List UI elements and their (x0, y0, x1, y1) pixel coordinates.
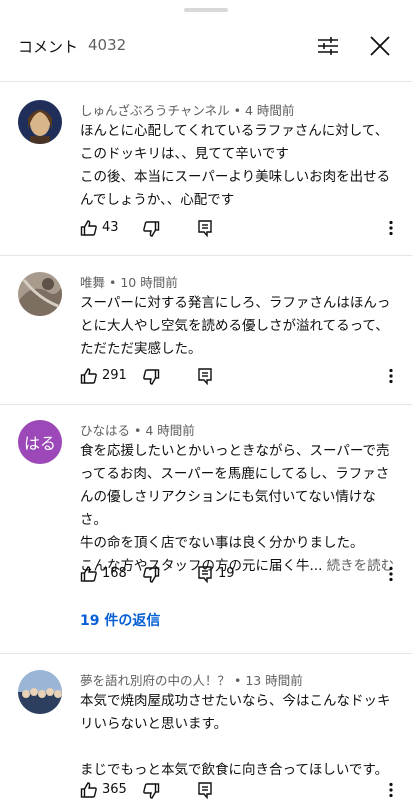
comment-author[interactable]: しゅんざぶろうチャンネル (80, 103, 230, 118)
thumbs-up-icon[interactable] (80, 367, 98, 385)
like-count: 168 (102, 566, 127, 581)
like-count: 43 (102, 220, 119, 235)
comment-line: 本気で焼肉屋成功させたいなら、今はこんなドッキリいらないと思います。 (80, 693, 391, 732)
reply-icon[interactable] (196, 219, 214, 237)
comment-meta: 唯舞 • 10 時間前 (80, 272, 178, 291)
comment-line: まじでもっと本気で飲食に向き合ってほしいです。 (80, 762, 389, 778)
thumbs-down-icon[interactable] (142, 566, 160, 584)
comment-time: 13 時間前 (245, 673, 303, 688)
comment-text: 本気で焼肉屋成功させたいなら、今はこんなドッキリいらないと思います。 まじでもっ… (80, 690, 398, 782)
divider (0, 255, 412, 256)
meta-separator: • (105, 275, 121, 290)
avatar-initials: はる (23, 434, 56, 453)
reply-icon[interactable] (196, 367, 214, 385)
comment-meta: 夢を語れ別府の中の人！？ • 13 時間前 (80, 670, 303, 689)
thumbs-up-icon[interactable] (80, 565, 98, 583)
comment-time: 10 時間前 (120, 275, 178, 290)
comment-actions: 168 19 (80, 565, 410, 589)
more-vert-icon[interactable] (382, 219, 400, 237)
more-vert-icon[interactable] (382, 781, 400, 799)
comments-header: コメント 4032 (0, 0, 412, 82)
filter-icon[interactable] (316, 34, 340, 58)
thumbs-up-icon[interactable] (80, 781, 98, 799)
comment-text: 食を応援したいとかいっときながら、スーパーで売ってるお肉、スーパーを馬鹿にしてる… (80, 440, 398, 578)
thumbs-down-icon[interactable] (142, 368, 160, 386)
comment-line: 牛の命を頂く店でない事は良く分かりました。 (80, 535, 364, 551)
meta-separator: • (229, 103, 245, 118)
avatar[interactable]: はる (18, 420, 62, 464)
thumbs-down-icon[interactable] (142, 220, 160, 238)
view-replies-link[interactable]: 19 件の返信 (80, 610, 160, 630)
divider (0, 653, 412, 654)
thumbs-up-icon[interactable] (80, 219, 98, 237)
more-vert-icon[interactable] (382, 565, 400, 583)
meta-separator: • (130, 423, 146, 438)
comment-author[interactable]: 夢を語れ別府の中の人！？ (80, 673, 230, 688)
comment-author[interactable]: 唯舞 (80, 275, 105, 290)
comment-meta: ひなはる • 4 時間前 (80, 420, 195, 439)
comments-count: 4032 (88, 36, 127, 54)
comment-author[interactable]: ひなはる (80, 423, 130, 438)
reply-count: 19 (218, 566, 235, 581)
reply-icon[interactable] (196, 781, 214, 799)
comment-text: ほんとに心配してくれているラファさんに対して、このドッキリは、、見てて辛いです … (80, 120, 398, 212)
comment-text: スーパーに対する発言にしろ、ラファさんはほんっとに大人やし空気を読める優しさが溢… (80, 292, 398, 361)
reply-icon[interactable] (196, 565, 214, 583)
comment-time: 4 時間前 (244, 103, 295, 118)
like-count: 291 (102, 368, 127, 383)
comment-line: この後、本当にスーパーより美味しいお肉を出せるんでしょうか、、心配です (80, 169, 391, 208)
avatar[interactable] (18, 670, 62, 714)
avatar[interactable] (18, 272, 62, 316)
comment-meta: しゅんざぶろうチャンネル • 4 時間前 (80, 100, 294, 119)
comment-actions: 365 (80, 781, 410, 800)
comment-line: 食を応援したいとかいっときながら、スーパーで売ってるお肉、スーパーを馬鹿にしてる… (80, 443, 390, 528)
comment-blank-line (80, 736, 398, 759)
close-icon[interactable] (368, 34, 392, 58)
divider (0, 404, 412, 405)
comment-time: 4 時間前 (145, 423, 195, 438)
comment-line: ほんとに心配してくれているラファさんに対して、このドッキリは、、見てて辛いです (80, 123, 389, 162)
thumbs-down-icon[interactable] (142, 782, 160, 800)
like-count: 365 (102, 782, 127, 797)
meta-separator: • (230, 673, 246, 688)
comment-actions: 291 (80, 367, 410, 391)
comments-title: コメント (18, 38, 79, 56)
comment-actions: 43 (80, 219, 410, 243)
comment-line: スーパーに対する発言にしろ、ラファさんはほんっとに大人やし空気を読める優しさが溢… (80, 295, 391, 357)
more-vert-icon[interactable] (382, 367, 400, 385)
avatar[interactable] (18, 100, 62, 144)
